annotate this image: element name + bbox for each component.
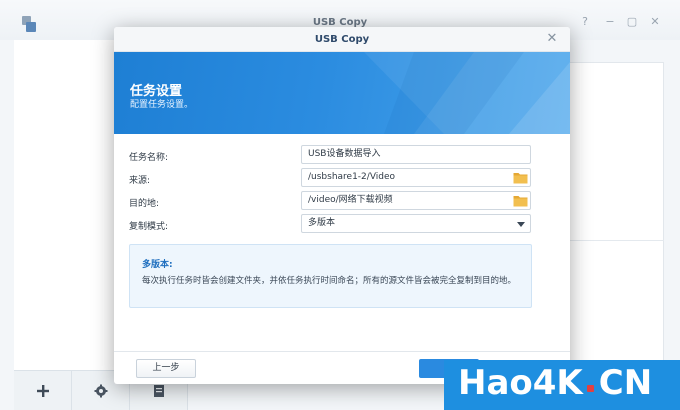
dialog-titlebar: USB Copy ✕ bbox=[114, 27, 570, 52]
task-name-input[interactable]: USB设备数据导入 bbox=[301, 145, 531, 164]
destination-folder-icon[interactable] bbox=[513, 194, 528, 207]
dialog-close-icon[interactable]: ✕ bbox=[544, 31, 560, 47]
plus-icon bbox=[36, 385, 49, 397]
footer-divider bbox=[114, 351, 570, 352]
source-input[interactable]: /usbshare1-2/Video bbox=[301, 168, 531, 187]
gear-icon bbox=[94, 384, 107, 398]
task-name-value: USB设备数据导入 bbox=[308, 149, 381, 159]
source-label: 来源: bbox=[129, 176, 151, 186]
close-icon[interactable]: ✕ bbox=[648, 15, 662, 29]
document-icon bbox=[153, 385, 164, 397]
destination-value: /video/网络下载视频 bbox=[308, 195, 393, 205]
previous-button[interactable]: 上一步 bbox=[136, 359, 196, 378]
add-task-button[interactable] bbox=[14, 371, 72, 410]
task-settings-dialog: USB Copy ✕ 任务设置 配置任务设置。 任务名称: USB设备数据导入 … bbox=[114, 27, 570, 384]
banner-decoration bbox=[364, 52, 570, 134]
help-icon[interactable]: ? bbox=[578, 15, 592, 29]
task-name-label: 任务名称: bbox=[129, 153, 169, 163]
copy-mode-label: 复制模式: bbox=[129, 222, 169, 232]
copy-mode-value: 多版本 bbox=[308, 218, 336, 228]
dialog-title: USB Copy bbox=[314, 34, 370, 45]
info-title: 多版本: bbox=[142, 260, 173, 270]
watermark-text: Hao4K CN bbox=[458, 363, 652, 403]
watermark-suffix: CN bbox=[598, 363, 653, 403]
minimize-icon[interactable]: − bbox=[603, 15, 617, 29]
chevron-down-icon bbox=[517, 222, 525, 227]
copy-mode-select[interactable]: 多版本 bbox=[301, 214, 531, 233]
destination-label: 目的地: bbox=[129, 199, 160, 209]
source-folder-icon[interactable] bbox=[513, 171, 528, 184]
copy-mode-info-box: 多版本: 每次执行任务时皆会创建文件夹，并依任务执行时间命名；所有的源文件皆会被… bbox=[129, 244, 532, 308]
banner-subtitle: 配置任务设置。 bbox=[130, 100, 194, 110]
watermark-dot bbox=[587, 385, 594, 392]
settings-banner: 任务设置 配置任务设置。 bbox=[114, 52, 570, 134]
watermark-brand: Hao4K bbox=[458, 363, 583, 403]
maximize-icon[interactable]: ▢ bbox=[625, 15, 639, 29]
destination-input[interactable]: /video/网络下载视频 bbox=[301, 191, 531, 210]
source-value: /usbshare1-2/Video bbox=[308, 172, 396, 182]
info-text: 每次执行任务时皆会创建文件夹，并依任务执行时间命名；所有的源文件皆会被完全复制到… bbox=[142, 276, 517, 286]
